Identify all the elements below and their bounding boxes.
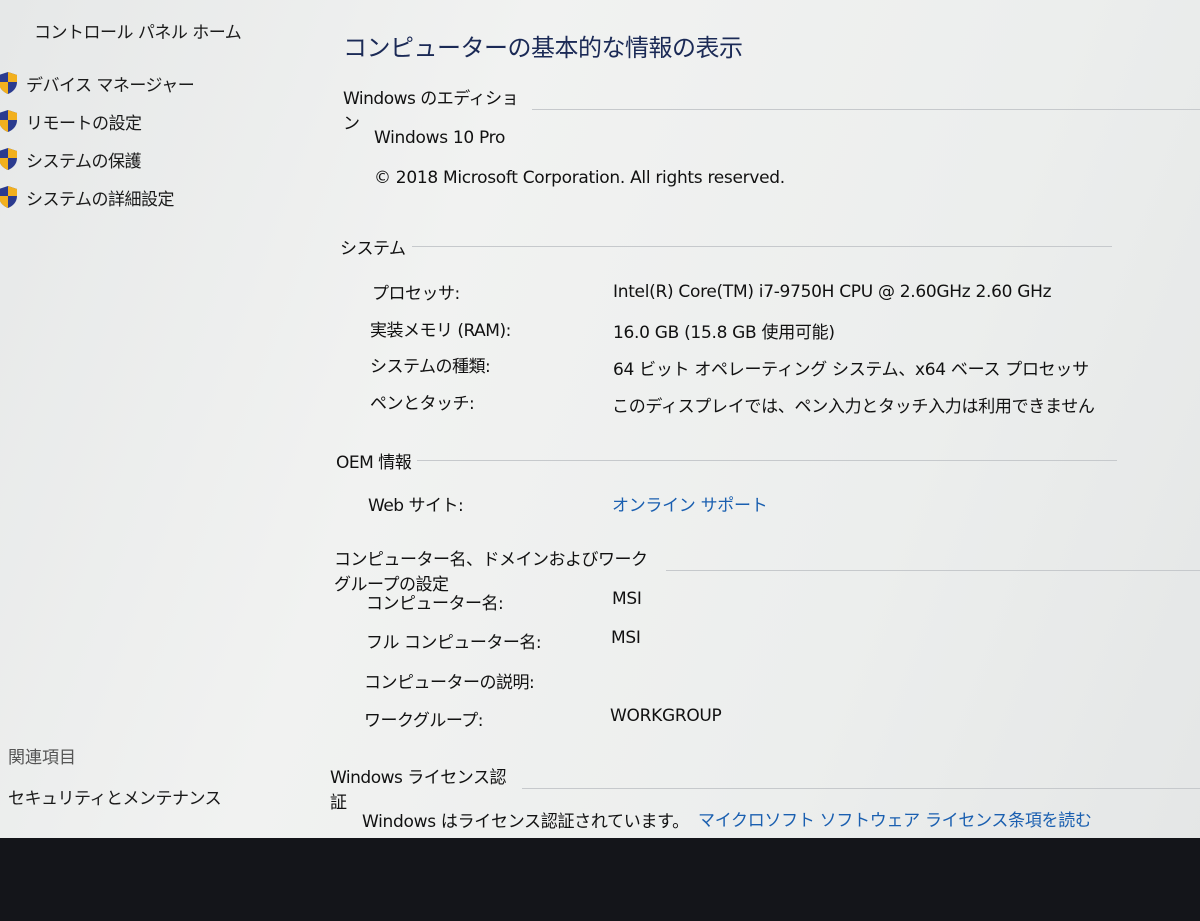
advanced-system-settings-label: システムの詳細設定: [26, 189, 175, 210]
system-control-panel-window: コントロール パネル ホーム デバイス マネージャー リモートの設定 システムの…: [0, 0, 1200, 921]
workgroup-value: WORKGROUP: [610, 706, 722, 726]
activation-status: Windows はライセンス認証されています。: [362, 812, 689, 832]
processor-value: Intel(R) Core(TM) i7-9750H CPU @ 2.60GHz…: [613, 282, 1052, 302]
system-type-label: システムの種類:: [370, 357, 491, 377]
workgroup-label: ワークグループ:: [364, 711, 484, 731]
ram-label: 実装メモリ (RAM):: [370, 321, 511, 341]
system-protection-label: システムの保護: [26, 151, 142, 172]
oem-heading-text: OEM 情報: [336, 453, 412, 473]
edition-heading-text: Windows のエディション: [343, 89, 519, 134]
computer-name-label: コンピューター名:: [366, 594, 504, 614]
pen-touch-label: ペンとタッチ:: [370, 394, 475, 414]
system-type-value: 64 ビット オペレーティング システム、x64 ベース プロセッサ: [613, 360, 1089, 380]
shield-icon: [0, 147, 18, 171]
security-maintenance-link[interactable]: セキュリティとメンテナンス: [8, 784, 222, 809]
section-divider: [665, 569, 1200, 571]
monitor-bezel: [0, 838, 1200, 921]
copyright-text: © 2018 Microsoft Corporation. All rights…: [374, 168, 785, 188]
computer-description-label: コンピューターの説明:: [364, 673, 535, 693]
license-terms-link[interactable]: マイクロソフト ソフトウェア ライセンス条項を読む: [698, 806, 1092, 831]
device-manager-link[interactable]: デバイス マネージャー: [0, 70, 195, 96]
computer-name-section-heading: コンピューター名、ドメインおよびワークグループの設定: [334, 545, 1200, 595]
system-protection-link[interactable]: システムの保護: [0, 146, 142, 172]
remote-settings-label: リモートの設定: [26, 113, 142, 134]
system-section-heading: システム: [340, 234, 1112, 259]
online-support-link[interactable]: オンライン サポート: [612, 491, 768, 516]
oem-section-heading: OEM 情報: [336, 448, 1118, 473]
edition-name: Windows 10 Pro: [374, 128, 506, 148]
full-computer-name-label: フル コンピューター名:: [366, 633, 542, 653]
edition-section-heading: Windows のエディション: [343, 84, 1200, 134]
device-manager-label: デバイス マネージャー: [26, 75, 195, 96]
website-label: Web サイト:: [368, 496, 464, 516]
pen-touch-value: このディスプレイでは、ペン入力とタッチ入力は利用できません: [612, 397, 1095, 417]
system-heading-text: システム: [340, 239, 406, 259]
section-divider: [411, 246, 1112, 247]
remote-settings-link[interactable]: リモートの設定: [0, 108, 142, 134]
full-computer-name-value: MSI: [611, 628, 641, 648]
related-items-heading: 関連項目: [8, 748, 76, 768]
section-divider: [531, 108, 1200, 110]
processor-label: プロセッサ:: [372, 284, 460, 304]
left-nav-pane: コントロール パネル ホーム デバイス マネージャー リモートの設定 システムの…: [0, 0, 320, 838]
shield-icon: [0, 109, 18, 133]
computer-name-heading-text: コンピューター名、ドメインおよびワークグループの設定: [334, 550, 648, 595]
section-divider: [522, 787, 1200, 789]
page-title: コンピューターの基本的な情報の表示: [343, 34, 743, 62]
ram-value: 16.0 GB (15.8 GB 使用可能): [613, 323, 835, 343]
control-panel-home-link[interactable]: コントロール パネル ホーム: [34, 18, 242, 43]
shield-icon: [0, 185, 18, 209]
activation-heading-text: Windows ライセンス認証: [330, 768, 506, 813]
computer-name-value: MSI: [612, 589, 642, 609]
advanced-system-settings-link[interactable]: システムの詳細設定: [0, 184, 175, 210]
shield-icon: [0, 71, 18, 95]
section-divider: [417, 460, 1118, 461]
